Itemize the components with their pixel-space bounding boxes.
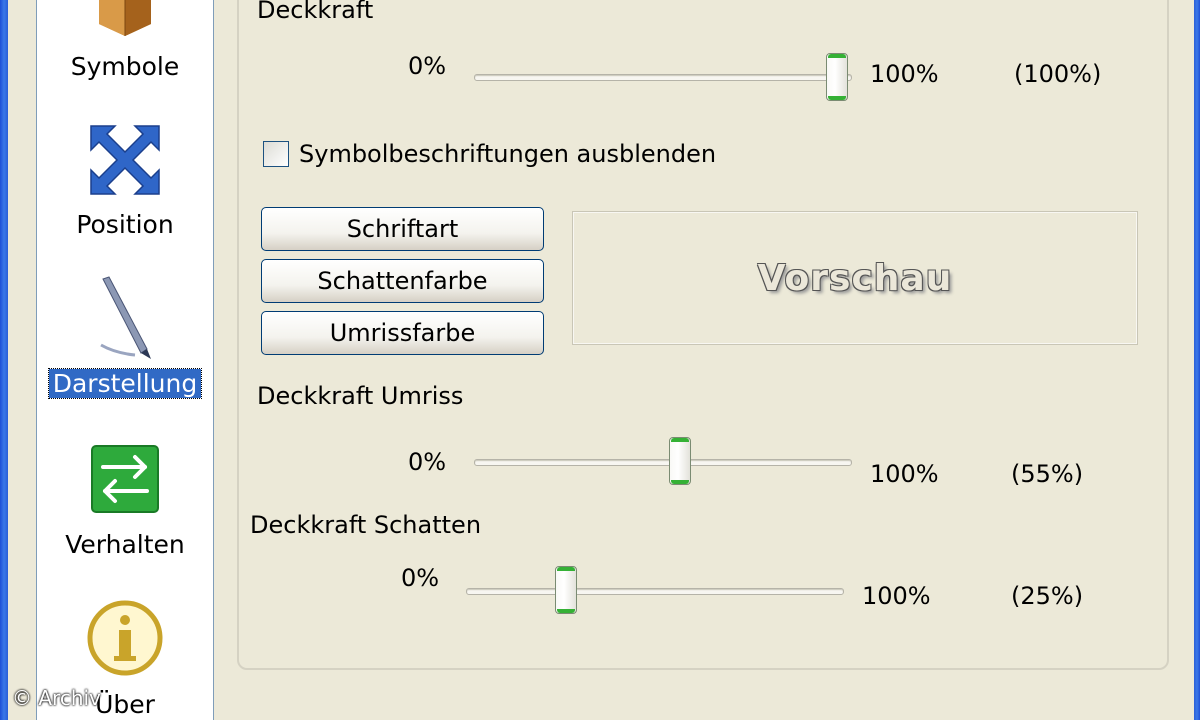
window-left-border — [0, 0, 8, 720]
opacity-slider-thumb[interactable] — [826, 53, 848, 101]
sidebar-item-label: Position — [76, 210, 174, 239]
outline-opacity-value: (55%) — [1011, 460, 1084, 488]
swap-arrows-icon — [91, 445, 159, 517]
sidebar-item-verhalten[interactable]: Verhalten — [37, 445, 213, 565]
sidebar-item-symbole[interactable]: Symbole — [37, 0, 213, 90]
opacity-value: (100%) — [1014, 60, 1102, 88]
opacity-max-label: 100% — [870, 60, 939, 88]
outline-opacity-slider-thumb[interactable] — [669, 437, 691, 485]
hide-labels-label[interactable]: Symbolbeschriftungen ausblenden — [299, 140, 716, 168]
sidebar-item-label: Darstellung — [37, 368, 213, 399]
sidebar-item-label: Verhalten — [65, 530, 185, 559]
shadow-opacity-label: Deckkraft Schatten — [250, 511, 482, 539]
outline-opacity-max-label: 100% — [870, 460, 939, 488]
preview-box: Vorschau — [572, 211, 1138, 345]
sidebar-item-position[interactable]: Position — [37, 120, 213, 245]
sidebar-item-darstellung[interactable]: Darstellung — [37, 275, 213, 405]
hide-labels-checkbox[interactable] — [263, 141, 289, 167]
outline-opacity-slider-track[interactable] — [474, 459, 852, 466]
copyright-watermark: © Archiv — [12, 686, 101, 710]
font-button[interactable]: Schriftart — [261, 207, 544, 251]
opacity-slider-track[interactable] — [474, 74, 852, 81]
outline-color-button[interactable]: Umrissfarbe — [261, 311, 544, 355]
shadow-color-button[interactable]: Schattenfarbe — [261, 259, 544, 303]
shadow-opacity-min-label: 0% — [401, 564, 440, 592]
shadow-opacity-slider-thumb[interactable] — [555, 566, 577, 614]
pen-icon — [95, 275, 155, 364]
shadow-opacity-value: (25%) — [1011, 582, 1084, 610]
outline-opacity-label: Deckkraft Umriss — [257, 382, 464, 410]
opacity-min-label: 0% — [408, 52, 447, 80]
outline-opacity-min-label: 0% — [408, 448, 447, 476]
preview-text: Vorschau — [757, 257, 953, 299]
shadow-opacity-slider-track[interactable] — [466, 588, 844, 595]
window-right-border — [1194, 0, 1200, 720]
move-arrows-icon — [89, 124, 161, 200]
box-icon — [95, 0, 155, 42]
sidebar: Symbole Position Darstellung Verhalten Ü… — [36, 0, 214, 720]
shadow-opacity-max-label: 100% — [862, 582, 931, 610]
opacity-label: Deckkraft — [257, 0, 374, 24]
sidebar-item-label: Symbole — [70, 52, 180, 81]
dialog-window: Symbole Position Darstellung Verhalten Ü… — [0, 0, 1200, 720]
info-icon — [87, 600, 163, 680]
